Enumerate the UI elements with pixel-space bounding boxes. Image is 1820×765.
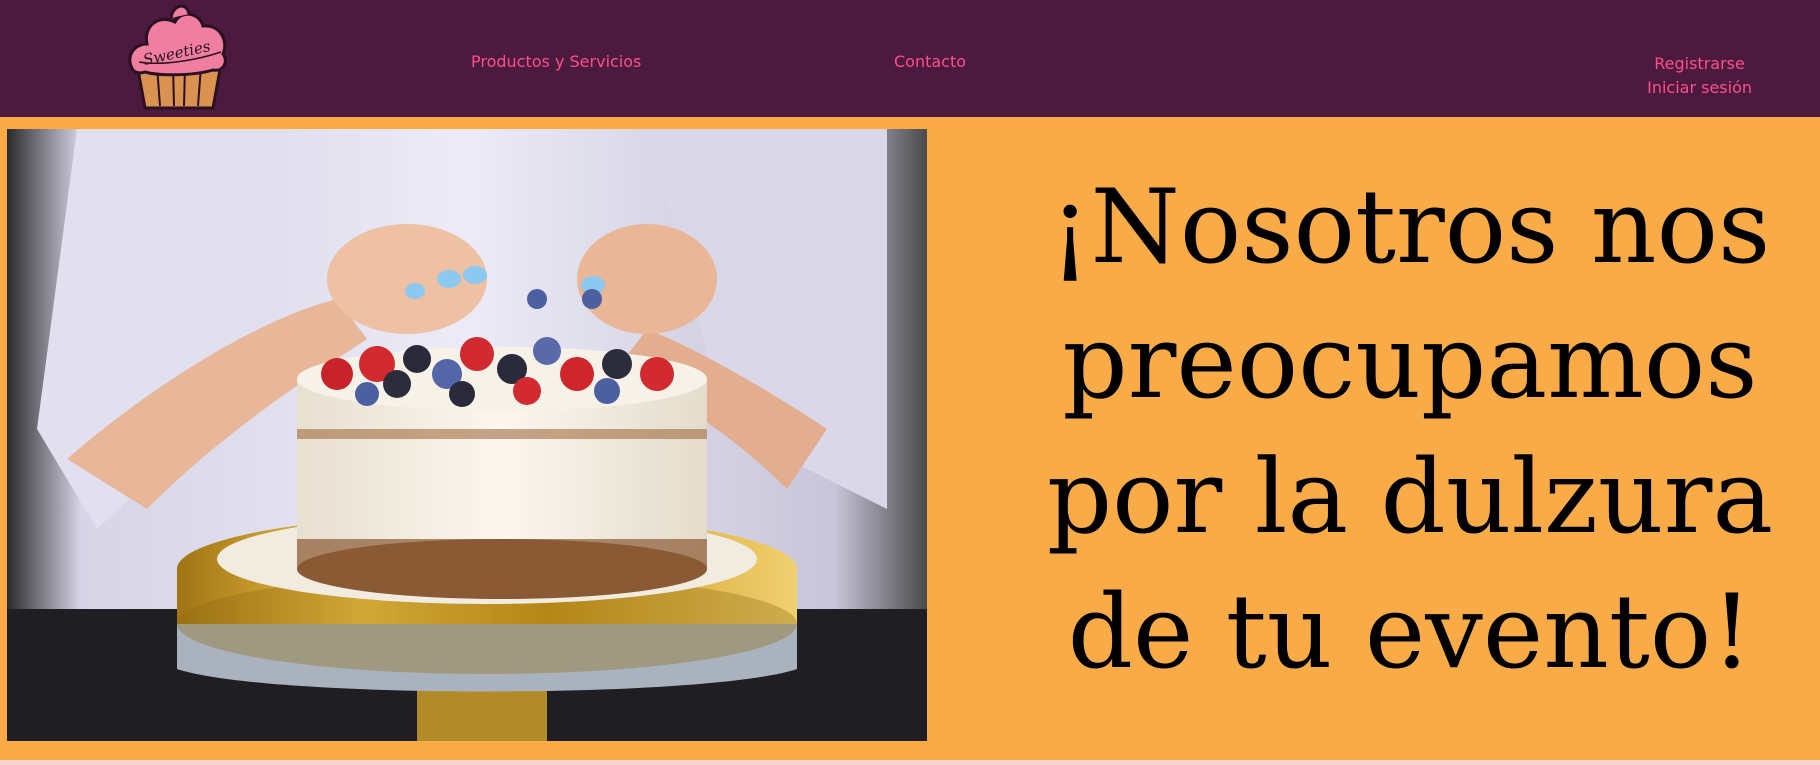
nav-link-contact[interactable]: Contacto <box>894 52 966 71</box>
register-link[interactable]: Registrarse <box>1647 52 1752 76</box>
hero-image <box>7 129 927 741</box>
hero-heading: ¡Nosotros nos preocupamos por la dulzura… <box>1046 168 1774 692</box>
navbar: Sweeties Productos y Servicios Contacto … <box>0 0 1820 117</box>
cupcake-icon: Sweeties <box>128 4 227 110</box>
auth-links: Registrarse Iniciar sesión <box>1647 52 1752 100</box>
cake-photo <box>7 129 927 741</box>
login-link[interactable]: Iniciar sesión <box>1647 76 1752 100</box>
page-bottom-strip <box>0 760 1820 765</box>
nav-link-products[interactable]: Productos y Servicios <box>471 52 641 71</box>
logo[interactable]: Sweeties <box>123 0 235 112</box>
